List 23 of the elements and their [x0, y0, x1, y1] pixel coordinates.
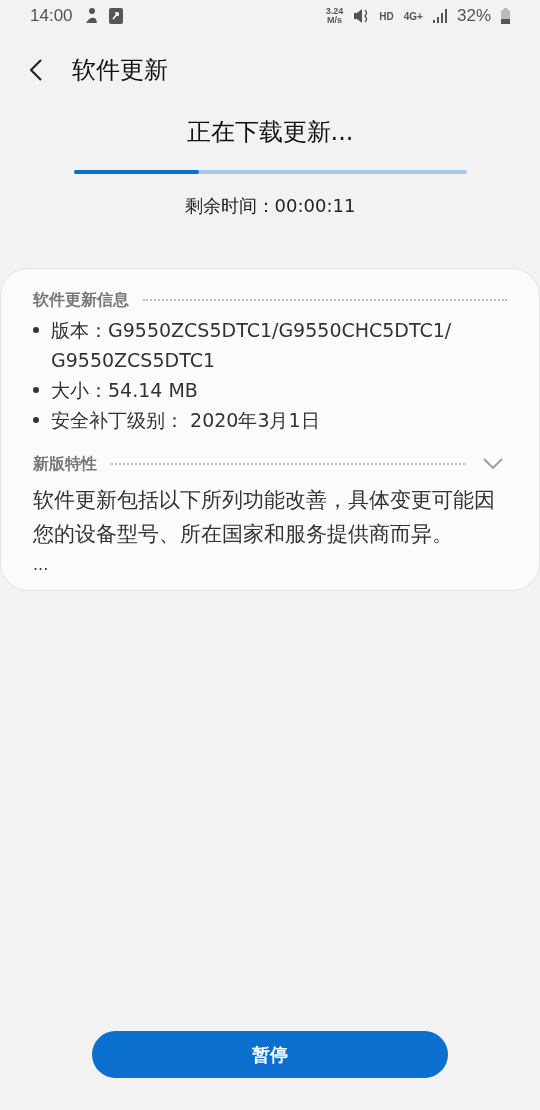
download-status: 正在下载更新...	[186, 117, 354, 148]
more-ellipsis: ...	[33, 555, 50, 574]
bullet-icon	[33, 387, 39, 393]
signal-icon	[432, 9, 447, 23]
bullet-icon	[33, 417, 39, 423]
page-title: 软件更新	[72, 55, 168, 86]
app-icon	[108, 8, 123, 24]
bullet-icon	[33, 327, 39, 333]
pause-button[interactable]: 暂停	[92, 1031, 448, 1078]
info-item: 版本：G9550ZCS5DTC1/G9550CHC5DTC1/ G9550ZCS5DTC1	[51, 318, 452, 373]
section-heading: 新版特性	[33, 453, 97, 475]
network-speed: 3.24 M/s	[325, 7, 344, 25]
section-heading: 软件更新信息	[33, 289, 129, 311]
info-item: 安全补丁级别： 2020年3月1日	[51, 408, 320, 433]
battery-icon	[501, 8, 510, 24]
remaining-time: 剩余时间：00:00:11	[184, 194, 356, 218]
network-type: 4G+	[403, 10, 423, 22]
info-item: 大小：54.14 MB	[51, 378, 198, 403]
status-time: 14:00	[30, 6, 73, 26]
hd-label: HD	[379, 10, 394, 22]
mute-icon	[353, 8, 370, 24]
battery-percent: 32%	[456, 6, 491, 26]
features-description: 软件更新包括以下所列功能改善，具体变更可能因您的设备型号、所在国家和服务提供商而异。	[33, 487, 496, 548]
